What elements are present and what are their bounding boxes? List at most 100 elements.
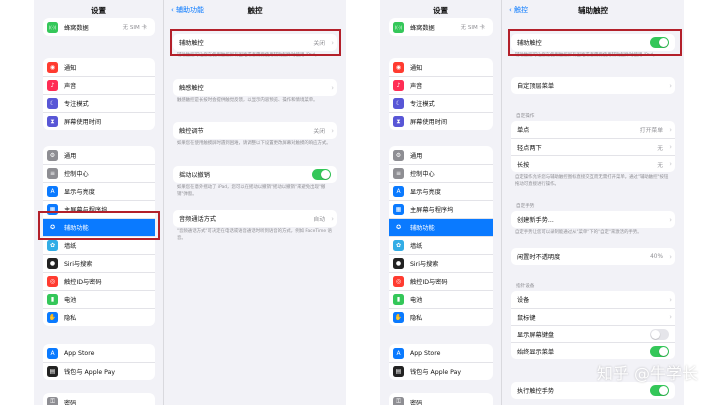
sidebar-item-label: 控制中心 — [410, 171, 435, 178]
always-show-menu-toggle[interactable] — [650, 345, 669, 357]
sidebar-item[interactable]: ✋ 隐私 — [43, 308, 155, 326]
sidebar-item[interactable]: ▦ 主屏幕与程序坞 — [389, 200, 493, 218]
row-label: 摇动以撤销 — [179, 172, 210, 179]
row-label: 单点 — [517, 127, 530, 134]
sidebar-item[interactable]: ◉ 通知 — [389, 58, 493, 76]
watermark: 知乎 @牛学长 — [596, 364, 698, 383]
grid-icon: ▦ — [393, 204, 404, 215]
sidebar-group: A App Store ▤ 钱包与 Apple Pay — [43, 344, 155, 380]
sidebar-item[interactable]: ≡ 控制中心 — [43, 164, 155, 182]
chevron-right-icon: › — [669, 81, 672, 90]
sidebar-item-label: 显示与亮度 — [410, 189, 441, 196]
row-footer: 如果您在使用触摸屏时遇到困难，请调整以下设置更改屏幕对触摸的响应方式。 — [177, 141, 331, 146]
sidebar-item-label: App Store — [410, 349, 441, 357]
row-value: 关闭 — [313, 129, 325, 135]
hand-icon: ✋ — [393, 312, 404, 323]
sidebar-group: ⚙ 通用 ≡ 控制中心 A 显示与亮度 ▦ 主屏幕与程序坞 ✪ 辅助功能 ✿ 墙纸 ● Siri与搜索 ◎ 触… — [389, 146, 493, 326]
show-onscreen-keyboard-toggle[interactable] — [650, 328, 669, 340]
sidebar-item-label: 隐私 — [64, 315, 77, 322]
mouse-keys-row[interactable]: 鼠标键 › — [511, 308, 675, 325]
row-value: 无 — [657, 145, 663, 152]
chevron-right-icon: › — [669, 295, 672, 304]
sidebar-item-label: 主屏幕与程序坞 — [410, 207, 454, 214]
sidebar-item[interactable]: ▤ 钱包与 Apple Pay — [43, 362, 155, 380]
sidebar-item-value: 无 SIM 卡 — [460, 25, 485, 31]
sidebar-item[interactable]: ≡ 控制中心 — [389, 164, 493, 182]
sidebar-item[interactable]: ⚿ 密码 — [43, 393, 155, 405]
sidebar-item[interactable]: ☾ 专注模式 — [389, 94, 493, 112]
sidebar-group: ⚿ 密码 — [389, 393, 493, 405]
sidebar-item-label: 声音 — [64, 83, 77, 90]
sidebar-item-label: 密码 — [64, 399, 77, 405]
sidebar-item[interactable]: ⧗ 屏幕使用时间 — [43, 112, 155, 130]
pointer-devices-group: 设备 › 鼠标键 › 显示屏幕键盘 始终显示菜单 — [511, 291, 675, 359]
action-row-double-tap[interactable]: 轻点两下 无 › — [511, 138, 675, 155]
shake-to-undo-toggle[interactable] — [312, 169, 331, 180]
sidebar-item-label: 通用 — [64, 152, 77, 160]
chevron-right-icon: › — [331, 214, 334, 223]
chevron-right-icon: › — [331, 83, 334, 92]
row-label: 设备 — [517, 297, 530, 304]
accessibility-icon: ✪ — [393, 222, 404, 233]
sidebar-item[interactable]: A 显示与亮度 — [389, 182, 493, 200]
page-title: 辅助触控 — [578, 6, 608, 15]
sidebar-item[interactable]: ▮ 电池 — [389, 290, 493, 308]
sidebar-item[interactable]: ⚙ 通用 — [389, 146, 493, 164]
action-row-single-tap[interactable]: 单点 打开菜单 › — [511, 121, 675, 138]
sidebar-item[interactable]: ▤ 钱包与 Apple Pay — [389, 362, 493, 380]
sidebar-item[interactable]: A 显示与亮度 — [43, 182, 155, 200]
sidebar-item[interactable]: ◉ 通知 — [43, 58, 155, 76]
key-icon: ⚿ — [47, 396, 58, 405]
row-value: 40% — [650, 253, 663, 260]
sidebar-item[interactable]: A App Store — [43, 344, 155, 362]
sidebar-item[interactable]: ♪ 声音 — [43, 76, 155, 94]
row-label: 轻点两下 — [517, 144, 542, 152]
sidebar-item[interactable]: A App Store — [389, 344, 493, 362]
sidebar-item[interactable]: ▮ 电池 — [43, 290, 155, 308]
action-row-long-press[interactable]: 长按 无 › — [511, 155, 675, 172]
sidebar-item[interactable]: ◎ 触控ID与密码 — [389, 272, 493, 290]
speaker-icon: ♪ — [393, 80, 404, 91]
aa-icon: A — [47, 186, 58, 197]
sidebar-item[interactable]: ♪ 声音 — [389, 76, 493, 94]
section-header: 指针设备 — [516, 284, 535, 289]
customize-top-menu-row[interactable]: 自定顶层菜单 › — [511, 77, 675, 94]
haptic-touch-row[interactable]: 触感触控 › — [173, 79, 337, 96]
row-footer: 触感触控是长按时会提供触觉反馈，以显示内容预览、操作和情境菜单。 — [177, 98, 318, 103]
sidebar-item[interactable]: ⚙ 通用 — [43, 146, 155, 164]
chevron-right-icon: › — [669, 143, 672, 151]
sidebar-item[interactable]: ✋ 隐私 — [389, 308, 493, 326]
sidebar-item-label: Siri与搜索 — [410, 261, 439, 268]
sidebar-item[interactable]: ● Siri与搜索 — [43, 254, 155, 272]
sidebar-item[interactable]: ✿ 墙纸 — [389, 236, 493, 254]
sidebar-item-label: Siri与搜索 — [64, 261, 93, 268]
sidebar-item[interactable]: ((·)) 蜂窝数据 无 SIM 卡 — [43, 18, 155, 36]
create-new-gesture-row[interactable]: 创建新手势... › — [511, 211, 675, 228]
sidebar-item[interactable]: ⚿ 密码 — [389, 393, 493, 405]
perform-touch-gestures-toggle[interactable] — [650, 385, 669, 396]
touch-accommodations-row[interactable]: 触控调节 关闭 › — [173, 122, 337, 139]
devices-row[interactable]: 设备 › — [511, 291, 675, 308]
shake-to-undo-row: 摇动以撤销 — [173, 166, 337, 183]
sidebar-item[interactable]: ⧗ 屏幕使用时间 — [389, 112, 493, 130]
row-label: 触控调节 — [179, 128, 204, 135]
sidebar-item-label: 专注模式 — [64, 101, 89, 108]
sidebar-item-label: 通用 — [410, 152, 423, 160]
idle-opacity-row[interactable]: 闲置时不透明度 40% › — [511, 248, 675, 265]
sidebar-item[interactable]: ● Siri与搜索 — [389, 254, 493, 272]
sidebar-item[interactable]: ☾ 专注模式 — [43, 94, 155, 112]
row-label: 自定顶层菜单 — [517, 83, 555, 90]
section-footer: 自定手势让您可以录制能通过从"菜单"下的"自定"来激活的手势。 — [515, 230, 642, 235]
gear-icon: ⚙ — [393, 149, 404, 161]
appstore-icon: A — [47, 347, 58, 359]
sidebar-item-label: 密码 — [410, 399, 423, 405]
row-label: 长按 — [517, 161, 530, 169]
sidebar-item[interactable]: ✪ 辅助功能 — [389, 218, 493, 236]
row-label: 显示屏幕键盘 — [517, 331, 555, 339]
hourglass-icon: ⧗ — [47, 116, 58, 127]
sidebar-item[interactable]: ◎ 触控ID与密码 — [43, 272, 155, 290]
switches-icon: ≡ — [393, 168, 404, 179]
call-audio-routing-row[interactable]: 音频通话方式 自动 › — [173, 210, 337, 227]
row-label: 鼠标键 — [517, 314, 536, 322]
sidebar-item[interactable]: ((·)) 蜂窝数据 无 SIM 卡 — [389, 18, 493, 36]
